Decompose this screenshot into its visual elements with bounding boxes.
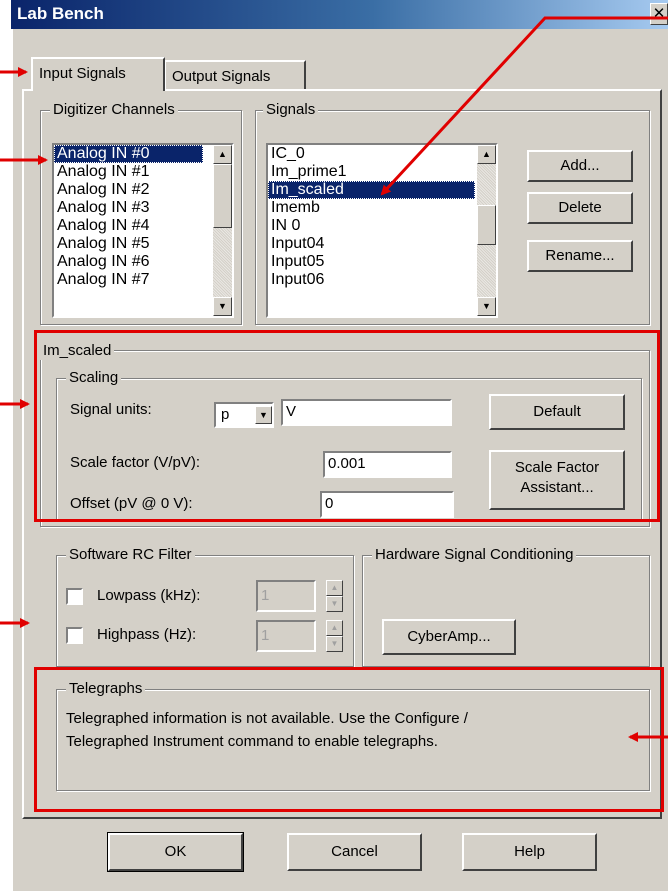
list-item[interactable]: Input05 <box>268 253 496 271</box>
hardware-conditioning-label: Hardware Signal Conditioning <box>372 546 577 564</box>
lowpass-label: Lowpass (kHz): <box>97 587 201 604</box>
close-icon: ✕ <box>652 5 666 22</box>
tab-output-signals[interactable]: Output Signals <box>164 60 306 90</box>
help-button[interactable]: Help <box>462 833 597 871</box>
scroll-thumb[interactable] <box>477 205 496 245</box>
list-item[interactable]: IN 0 <box>268 217 496 235</box>
ok-button[interactable]: OK <box>107 832 244 872</box>
spin-down-icon: ▼ <box>326 596 343 612</box>
list-item[interactable]: Im_prime1 <box>268 163 496 181</box>
list-item[interactable]: Analog IN #0 <box>54 145 203 163</box>
annotation-box-telegraphs <box>34 667 664 812</box>
scroll-down-icon[interactable]: ▼ <box>477 297 496 316</box>
list-item[interactable]: Analog IN #7 <box>54 271 232 289</box>
signals-label: Signals <box>263 101 319 119</box>
window-title: Lab Bench <box>17 4 104 23</box>
list-item[interactable]: Analog IN #6 <box>54 253 232 271</box>
list-item[interactable]: Analog IN #3 <box>54 199 232 217</box>
scroll-thumb[interactable] <box>213 164 232 228</box>
highpass-input[interactable]: 1 <box>256 620 316 652</box>
lowpass-input[interactable]: 1 <box>256 580 316 612</box>
highpass-checkbox[interactable] <box>66 627 83 644</box>
lowpass-checkbox[interactable] <box>66 588 83 605</box>
list-item[interactable]: Analog IN #2 <box>54 181 232 199</box>
scroll-down-icon[interactable]: ▼ <box>213 297 232 316</box>
rc-filter-label: Software RC Filter <box>66 546 195 564</box>
highpass-spinner[interactable]: ▲ ▼ <box>326 620 343 652</box>
signals-list[interactable]: IC_0 Im_prime1 Im_scaled Imemb IN 0 Inpu… <box>266 143 498 318</box>
lowpass-spinner[interactable]: ▲ ▼ <box>326 580 343 612</box>
list-item[interactable]: Analog IN #1 <box>54 163 232 181</box>
tab-output-signals-label: Output Signals <box>172 68 271 85</box>
list-item[interactable]: Imemb <box>268 199 496 217</box>
spin-down-icon: ▼ <box>326 636 343 652</box>
title-bar[interactable]: Lab Bench <box>11 0 668 29</box>
cyberamp-button[interactable]: CyberAmp... <box>382 619 516 655</box>
scroll-up-icon[interactable]: ▲ <box>213 145 232 164</box>
list-item[interactable]: Analog IN #4 <box>54 217 232 235</box>
rename-signal-button[interactable]: Rename... <box>527 240 633 272</box>
cancel-button[interactable]: Cancel <box>287 833 422 871</box>
digitizer-channels-list[interactable]: Analog IN #0 Analog IN #1 Analog IN #2 A… <box>52 143 234 318</box>
list-item[interactable]: Analog IN #5 <box>54 235 232 253</box>
scroll-up-icon[interactable]: ▲ <box>477 145 496 164</box>
signals-scrollbar[interactable]: ▲ ▼ <box>477 145 496 316</box>
digitizer-channels-label: Digitizer Channels <box>50 101 178 119</box>
tab-input-signals-label: Input Signals <box>39 65 126 82</box>
close-button[interactable]: ✕ <box>650 3 668 25</box>
spin-up-icon: ▲ <box>326 580 343 596</box>
list-item[interactable]: Im_scaled <box>268 181 475 199</box>
highpass-label: Highpass (Hz): <box>97 626 197 643</box>
list-item[interactable]: Input06 <box>268 271 496 289</box>
spin-up-icon: ▲ <box>326 620 343 636</box>
list-item[interactable]: IC_0 <box>268 145 496 163</box>
add-signal-button[interactable]: Add... <box>527 150 633 182</box>
delete-signal-button[interactable]: Delete <box>527 192 633 224</box>
tab-input-signals[interactable]: Input Signals <box>31 57 165 91</box>
list-item[interactable]: Input04 <box>268 235 496 253</box>
digitizer-scrollbar[interactable]: ▲ ▼ <box>213 145 232 316</box>
annotation-box-scaling <box>34 330 660 522</box>
